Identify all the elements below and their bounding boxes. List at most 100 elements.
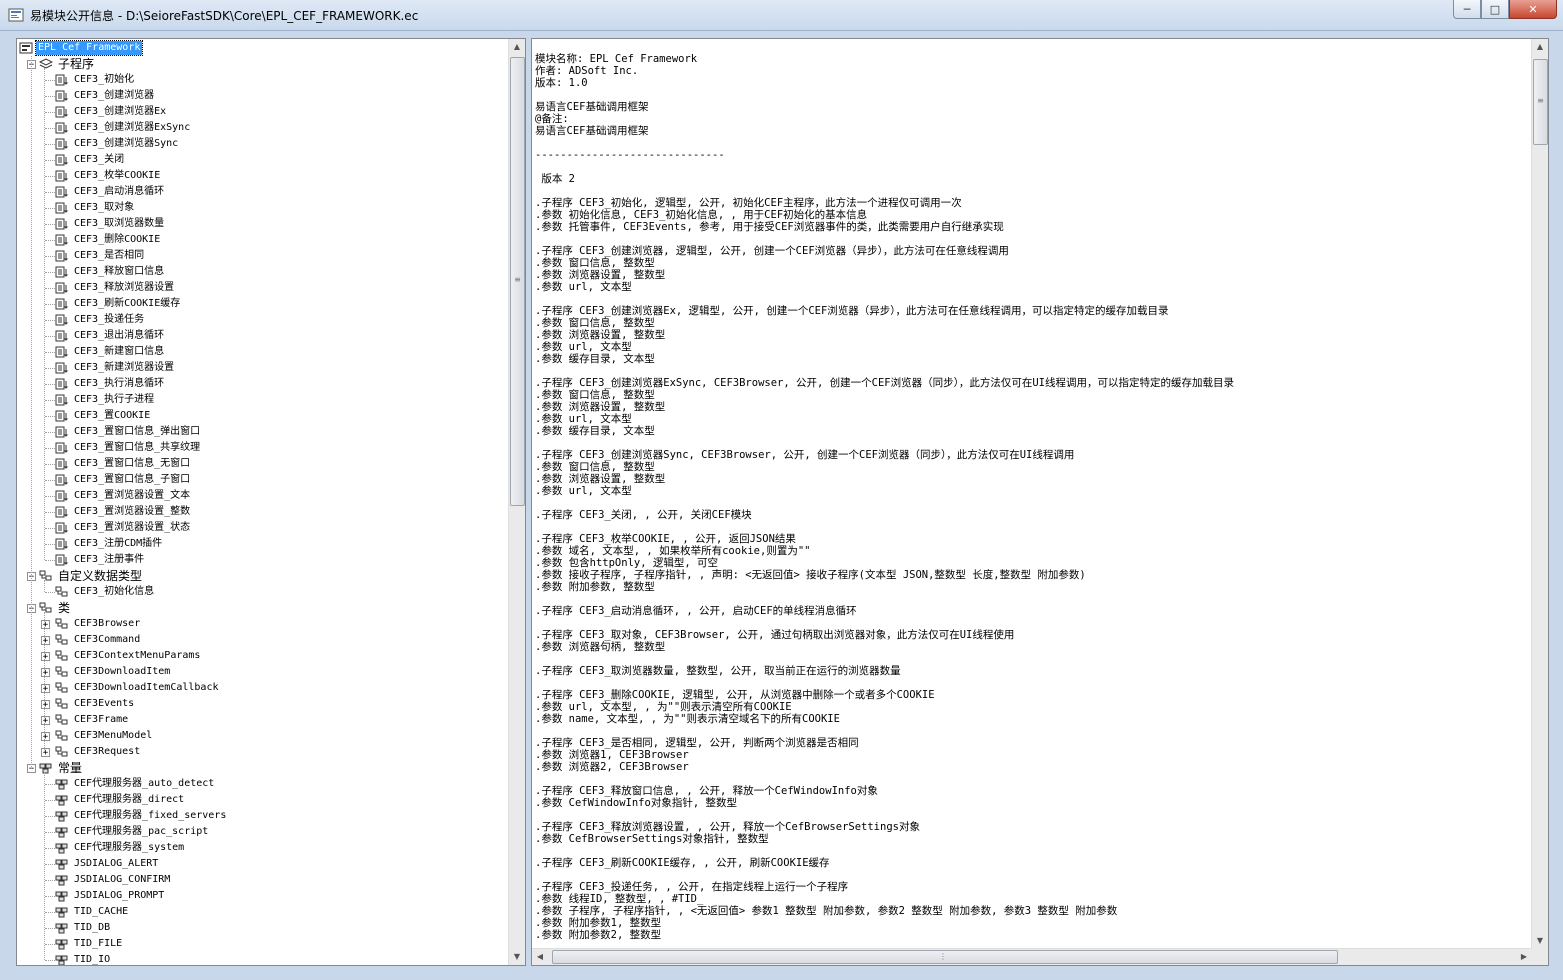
tree-root[interactable]: EPL Cef Framework bbox=[19, 40, 144, 56]
tree-item[interactable]: CEF3_创建浏览器 bbox=[55, 88, 156, 104]
scroll-down-arrow-icon[interactable]: ▼ bbox=[509, 949, 525, 965]
tree-item[interactable]: CEF3_置窗口信息_无窗口 bbox=[55, 456, 192, 472]
expand-icon[interactable]: + bbox=[41, 683, 50, 693]
tree-item[interactable]: CEF代理服务器_fixed_servers bbox=[55, 808, 228, 824]
tree-item[interactable]: CEF3_删除COOKIE bbox=[55, 232, 162, 248]
tree-item[interactable]: CEF3_注册事件 bbox=[55, 552, 146, 568]
close-button[interactable]: ✕ bbox=[1509, 0, 1557, 19]
tree-item[interactable]: CEF3_初始化 bbox=[55, 72, 136, 88]
tree-group[interactable]: − 常量 bbox=[27, 760, 84, 776]
tree-item-label: CEF3_枚举COOKIE bbox=[74, 170, 161, 181]
constant-icon bbox=[55, 827, 68, 838]
tree-item[interactable]: CEF3_置COOKIE bbox=[55, 408, 152, 424]
tree-item[interactable]: CEF3_创建浏览器Ex bbox=[55, 104, 168, 120]
expand-icon[interactable]: + bbox=[41, 731, 50, 741]
subroutine-icon bbox=[55, 122, 68, 134]
scrollbar-corner bbox=[1532, 949, 1548, 965]
info-hscroll-thumb[interactable]: ⋮ bbox=[552, 950, 1338, 964]
grip-icon: ⋮ bbox=[939, 952, 947, 961]
scroll-left-arrow-icon[interactable]: ◀ bbox=[532, 949, 548, 965]
tree-item[interactable]: CEF3_关闭 bbox=[55, 152, 126, 168]
tree-item[interactable]: + CEF3Events bbox=[41, 696, 136, 712]
tree-item[interactable]: CEF3_执行子进程 bbox=[55, 392, 156, 408]
info-vscroll-thumb[interactable]: ≡ bbox=[1533, 59, 1548, 145]
subroutine-icon bbox=[55, 394, 68, 406]
tree-item-label: CEF代理服务器_pac_script bbox=[74, 826, 209, 837]
tree-item[interactable]: + CEF3MenuModel bbox=[41, 728, 154, 744]
tree-item[interactable]: CEF代理服务器_pac_script bbox=[55, 824, 210, 840]
tree-item-label: CEF3_释放窗口信息 bbox=[74, 266, 165, 277]
tree-item[interactable]: TID_IO bbox=[55, 952, 112, 965]
tree-item[interactable]: + CEF3Frame bbox=[41, 712, 130, 728]
tree-vertical-scrollbar[interactable]: ▲ ≡ ▼ bbox=[508, 39, 525, 965]
tree-item[interactable]: + CEF3Browser bbox=[41, 616, 142, 632]
tree-item[interactable]: CEF3_取浏览器数量 bbox=[55, 216, 166, 232]
tree-item-label: CEF3Frame bbox=[74, 714, 129, 725]
tree-item[interactable]: + CEF3DownloadItem bbox=[41, 664, 172, 680]
scroll-up-arrow-icon[interactable]: ▲ bbox=[1532, 39, 1548, 55]
scroll-right-arrow-icon[interactable]: ▶ bbox=[1516, 949, 1532, 965]
expand-icon[interactable]: + bbox=[41, 635, 50, 645]
tree-item[interactable]: CEF3_投递任务 bbox=[55, 312, 146, 328]
subroutine-icon bbox=[55, 266, 68, 278]
scroll-up-arrow-icon[interactable]: ▲ bbox=[509, 39, 525, 55]
tree-item[interactable]: CEF3_是否相同 bbox=[55, 248, 146, 264]
module-info-pane[interactable]: 模块名称: EPL Cef Framework 作者: ADSoft Inc. … bbox=[531, 38, 1549, 966]
tree-item[interactable]: JSDIALOG_ALERT bbox=[55, 856, 160, 872]
maximize-button[interactable]: □ bbox=[1481, 0, 1509, 19]
tree-item[interactable]: + CEF3Command bbox=[41, 632, 142, 648]
expand-icon[interactable]: + bbox=[41, 747, 50, 757]
tree-connector-horizontal bbox=[45, 320, 55, 321]
tree-item[interactable]: CEF3_执行消息循环 bbox=[55, 376, 166, 392]
tree-item[interactable]: CEF3_刷新COOKIE缓存 bbox=[55, 296, 182, 312]
tree-item[interactable]: CEF3_取对象 bbox=[55, 200, 136, 216]
tree-item[interactable]: TID_CACHE bbox=[55, 904, 130, 920]
tree-item[interactable]: CEF3_注册CDM插件 bbox=[55, 536, 164, 552]
expand-icon[interactable]: + bbox=[41, 667, 50, 677]
scroll-down-arrow-icon[interactable]: ▼ bbox=[1532, 933, 1548, 949]
tree-item[interactable]: + CEF3DownloadItemCallback bbox=[41, 680, 221, 696]
info-vertical-scrollbar[interactable]: ▲ ≡ ▼ bbox=[1531, 39, 1548, 949]
tree-connector-horizontal bbox=[45, 464, 55, 465]
tree-item[interactable]: CEF代理服务器_direct bbox=[55, 792, 186, 808]
tree-item[interactable]: CEF3_新建浏览器设置 bbox=[55, 360, 176, 376]
tree-item[interactable]: CEF3_启动消息循环 bbox=[55, 184, 166, 200]
tree-item[interactable]: CEF3_置窗口信息_弹出窗口 bbox=[55, 424, 202, 440]
tree-item[interactable]: CEF3_置浏览器设置_整数 bbox=[55, 504, 192, 520]
expand-icon[interactable]: + bbox=[41, 699, 50, 709]
tree-item[interactable]: CEF3_释放浏览器设置 bbox=[55, 280, 176, 296]
tree-group[interactable]: − 子程序 bbox=[27, 56, 96, 72]
tree-item[interactable]: CEF代理服务器_system bbox=[55, 840, 186, 856]
tree-item[interactable]: TID_FILE bbox=[55, 936, 124, 952]
tree-item[interactable]: CEF3_置浏览器设置_状态 bbox=[55, 520, 192, 536]
expand-icon[interactable]: + bbox=[41, 651, 50, 661]
tree-item[interactable]: CEF3_置浏览器设置_文本 bbox=[55, 488, 192, 504]
expand-icon[interactable]: + bbox=[41, 715, 50, 725]
tree-item[interactable]: CEF3_置窗口信息_共享纹理 bbox=[55, 440, 202, 456]
tree-item[interactable]: CEF3_创建浏览器ExSync bbox=[55, 120, 192, 136]
tree-item[interactable]: CEF3_新建窗口信息 bbox=[55, 344, 166, 360]
tree-item[interactable]: CEF3_初始化信息 bbox=[55, 584, 156, 600]
tree-item-label: CEF3ContextMenuParams bbox=[74, 650, 201, 661]
tree-item[interactable]: JSDIALOG_CONFIRM bbox=[55, 872, 172, 888]
tree-item-label: CEF3_初始化信息 bbox=[74, 586, 155, 597]
tree-item[interactable]: CEF代理服务器_auto_detect bbox=[55, 776, 216, 792]
tree-group[interactable]: − 类 bbox=[27, 600, 72, 616]
expand-icon[interactable]: + bbox=[41, 619, 50, 629]
module-tree-pane[interactable]: EPL Cef Framework − 子程序 CEF3_初始化 CEF3_创建浏览器… bbox=[16, 38, 526, 966]
tree-item[interactable]: + CEF3Request bbox=[41, 744, 142, 760]
tree-item[interactable]: CEF3_创建浏览器Sync bbox=[55, 136, 180, 152]
tree-item[interactable]: CEF3_置窗口信息_子窗口 bbox=[55, 472, 192, 488]
tree-item[interactable]: TID_DB bbox=[55, 920, 112, 936]
tree-item-label: CEF3_取浏览器数量 bbox=[74, 218, 165, 229]
minimize-button[interactable]: ─ bbox=[1453, 0, 1481, 19]
tree-item[interactable]: CEF3_枚举COOKIE bbox=[55, 168, 162, 184]
tree-item[interactable]: + CEF3ContextMenuParams bbox=[41, 648, 202, 664]
tree-item[interactable]: JSDIALOG_PROMPT bbox=[55, 888, 166, 904]
tree-item[interactable]: CEF3_退出消息循环 bbox=[55, 328, 166, 344]
tree-scrollbar-thumb[interactable]: ≡ bbox=[510, 57, 525, 506]
tree-item[interactable]: CEF3_释放窗口信息 bbox=[55, 264, 166, 280]
constant-icon bbox=[55, 795, 68, 806]
info-horizontal-scrollbar[interactable]: ◀ ⋮ ▶ bbox=[532, 948, 1532, 965]
constants-icon bbox=[39, 763, 52, 774]
